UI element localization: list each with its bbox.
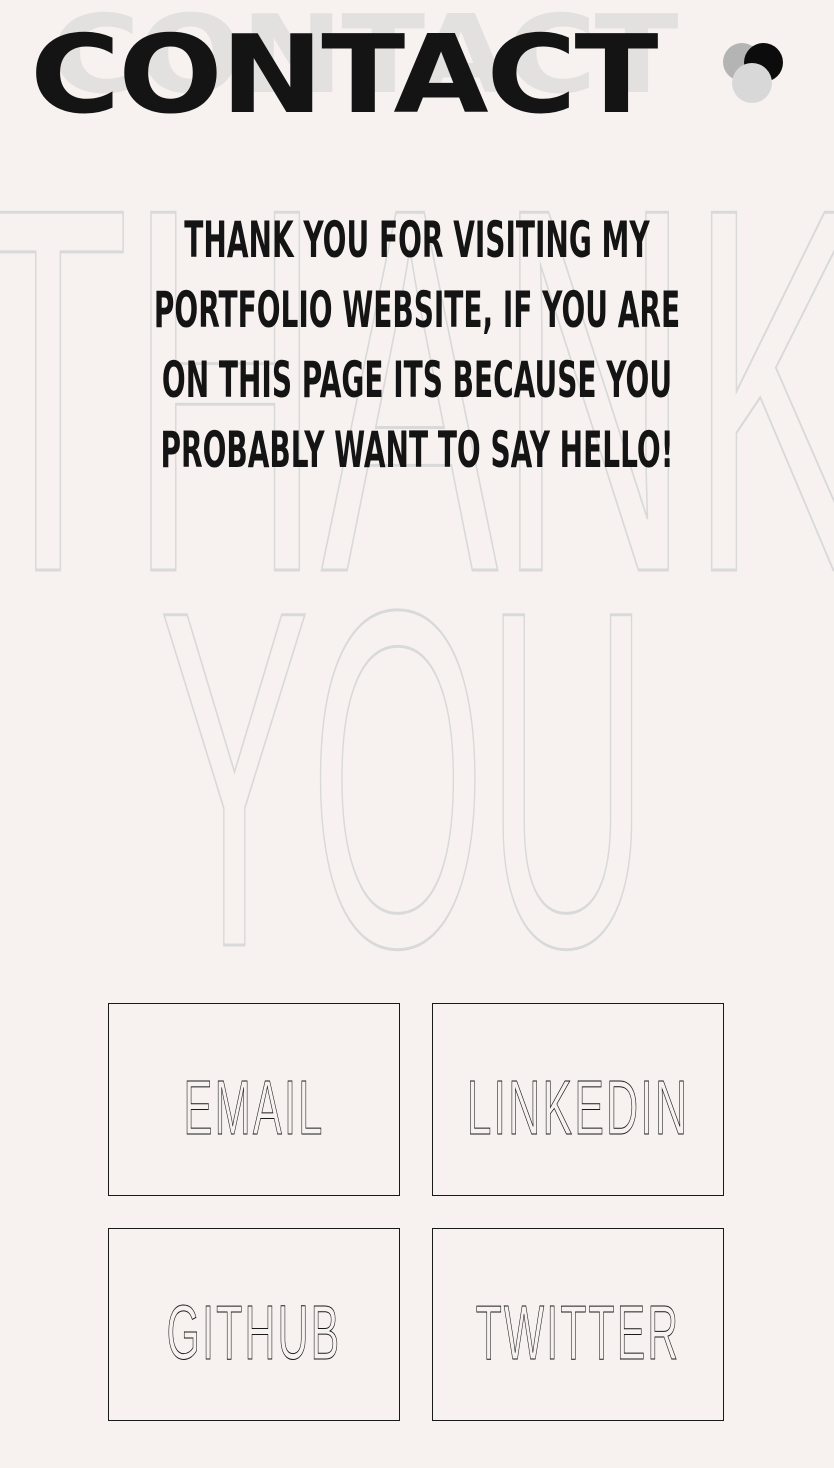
linkedin-link-graphic: LINKEDIN: [466, 1064, 689, 1151]
page-header: CONTACT CONTACT: [30, 2, 678, 138]
theme-toggle-button[interactable]: [720, 40, 786, 106]
twitter-link-label: TWITTER: [476, 1290, 681, 1376]
twitter-link-graphic: TWITTER: [475, 1289, 681, 1376]
email-link[interactable]: EMAIL: [108, 1003, 400, 1196]
github-link[interactable]: GITHUB: [108, 1228, 400, 1421]
github-link-label: GITHUB: [167, 1290, 342, 1376]
intro-text: THANK YOU FOR VISITING MY PORTFOLIO WEBS…: [153, 211, 681, 479]
linkedin-link[interactable]: LINKEDIN: [432, 1003, 724, 1196]
linkedin-link-label: LINKEDIN: [467, 1065, 689, 1151]
twitter-link[interactable]: TWITTER: [432, 1228, 724, 1421]
background-word-you: YOU: [159, 510, 649, 1000]
email-link-graphic: EMAIL: [183, 1064, 324, 1151]
background-thank-you-outline: THANK YOU: [0, 99, 834, 1001]
intro-message: THANK YOU FOR VISITING MY PORTFOLIO WEBS…: [0, 205, 834, 485]
email-link-label: EMAIL: [183, 1065, 324, 1151]
theme-dot-light-icon: [732, 63, 772, 103]
github-link-graphic: GITHUB: [166, 1289, 342, 1376]
page-title: CONTACT: [30, 13, 658, 138]
